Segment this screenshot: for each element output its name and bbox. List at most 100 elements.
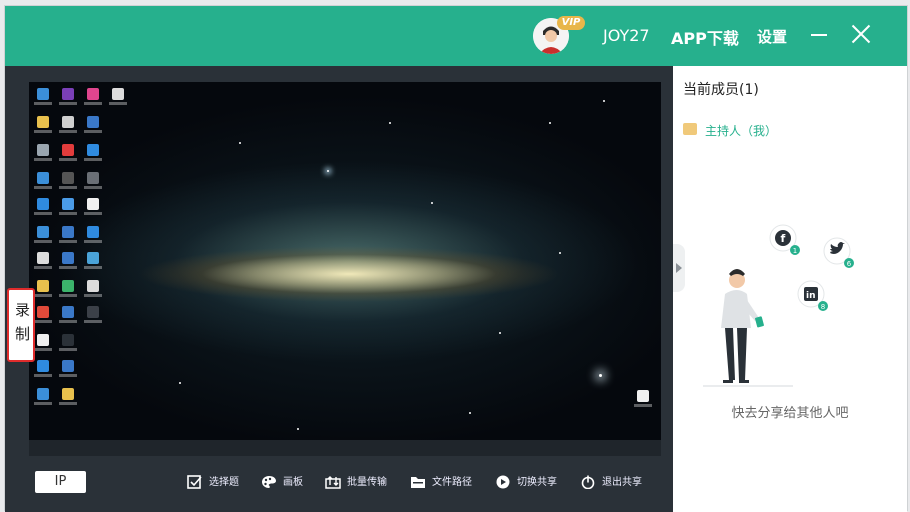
desktop-icon-label [34, 266, 52, 269]
exit-share-icon [581, 475, 595, 489]
desktop-icon [37, 226, 49, 238]
desktop-icon-label [34, 294, 52, 297]
desktop-icon-label [34, 320, 52, 323]
star [499, 332, 501, 334]
desktop-icon-label [59, 348, 77, 351]
batch-transfer-icon [325, 476, 341, 489]
desktop-icon-label [84, 130, 102, 133]
star [599, 374, 602, 377]
palette-icon [262, 476, 276, 488]
desktop-icon [87, 116, 99, 128]
desktop-icon-label [34, 158, 52, 161]
desktop-wallpaper [29, 82, 661, 440]
desktop-icon-label [84, 240, 102, 243]
star [389, 122, 391, 124]
batch-transfer-button[interactable]: 批量传输 [325, 473, 387, 493]
app-download-link[interactable]: APP下载 [671, 25, 739, 49]
desktop-icon-label [59, 402, 77, 405]
star [431, 202, 433, 204]
desktop-icon-label [34, 130, 52, 133]
desktop-icon-label [34, 348, 52, 351]
desktop-icon-label [34, 240, 52, 243]
share-illustration: f 1 6 in 8 [703, 224, 854, 387]
desktop-icon-label [59, 158, 77, 161]
desktop-icon [62, 388, 74, 400]
desktop-icon [62, 116, 74, 128]
share-toolbar: IP 选择题 画板 批量传输 文件路径 切换共享 退出共享 [5, 458, 673, 512]
star [549, 122, 551, 124]
desktop-icon [37, 334, 49, 346]
desktop-icon [112, 88, 124, 100]
title-bar: VIP JOY27 APP下载 设置 [5, 6, 907, 66]
desktop-icon [37, 252, 49, 264]
desktop-icon-label [84, 320, 102, 323]
star [327, 170, 329, 172]
desktop-icon-label [34, 186, 52, 189]
twitter-count: 6 [847, 260, 852, 268]
desktop-icon [37, 388, 49, 400]
quiz-icon [187, 475, 202, 489]
desktop-icon [62, 334, 74, 346]
share-prompt-text: 快去分享给其他人吧 [731, 406, 849, 421]
desktop-icon-label [634, 404, 652, 407]
collapse-panel-handle[interactable] [673, 244, 685, 292]
desktop-icon [37, 116, 49, 128]
whiteboard-label: 画板 [283, 477, 303, 488]
desktop-icon [62, 198, 74, 210]
quiz-label: 选择题 [209, 477, 239, 488]
desktop-icon [62, 88, 74, 100]
app-window: VIP JOY27 APP下载 设置 录 制 IP 选择题 画板 批量传输 文件… [4, 5, 908, 512]
star [603, 100, 605, 102]
file-path-button[interactable]: 文件路径 [410, 473, 472, 493]
file-path-label: 文件路径 [432, 477, 472, 488]
desktop-icon [87, 198, 99, 210]
desktop-icon-label [59, 320, 77, 323]
desktop-icon-label [34, 374, 52, 377]
desktop-icon-label [59, 240, 77, 243]
desktop-icon [37, 360, 49, 372]
members-panel: 当前成员(1) 主持人（我） f 1 6 in 8 快去分享给其他人吧 [673, 66, 907, 512]
star [297, 428, 299, 430]
desktop-icon-label [84, 294, 102, 297]
desktop-icon [62, 252, 74, 264]
desktop-icon-label [84, 158, 102, 161]
desktop-icon [37, 198, 49, 210]
minimize-icon[interactable] [811, 22, 829, 46]
linkedin-count: 8 [821, 303, 825, 311]
desktop-icon-label [59, 130, 77, 133]
desktop-icon [87, 144, 99, 156]
desktop-icon [87, 88, 99, 100]
desktop-icon [37, 88, 49, 100]
svg-text:f: f [781, 232, 786, 245]
record-label-bottom: 制 [15, 325, 31, 343]
ip-button[interactable]: IP [35, 471, 86, 493]
desktop-icon [62, 172, 74, 184]
switch-share-button[interactable]: 切换共享 [495, 473, 557, 493]
desktop-icon-label [59, 374, 77, 377]
desktop-icon [37, 306, 49, 318]
batch-transfer-label: 批量传输 [347, 477, 387, 488]
desktop-icon-label [59, 266, 77, 269]
desktop-icon-label [34, 402, 52, 405]
vip-badge: VIP [557, 16, 585, 30]
whiteboard-button[interactable]: 画板 [261, 473, 303, 493]
desktop-icon [37, 280, 49, 292]
exit-share-button[interactable]: 退出共享 [580, 473, 642, 493]
monitor-icon [683, 123, 697, 135]
desktop-icon-label [59, 102, 77, 105]
desktop-icon [62, 226, 74, 238]
switch-share-label: 切换共享 [517, 477, 557, 488]
desktop-icon [637, 390, 649, 402]
username-label[interactable]: JOY27 [603, 26, 650, 45]
star [179, 382, 181, 384]
host-label: 主持人（我） [705, 124, 778, 138]
desktop-icon-label [59, 212, 77, 215]
desktop-icon-label [84, 102, 102, 105]
desktop-icon [37, 144, 49, 156]
switch-share-icon [496, 475, 510, 489]
settings-link[interactable]: 设置 [757, 26, 787, 47]
quiz-button[interactable]: 选择题 [187, 473, 239, 493]
desktop-icon-label [34, 102, 52, 105]
record-button[interactable]: 录 制 [7, 288, 35, 362]
close-icon[interactable] [851, 24, 871, 44]
